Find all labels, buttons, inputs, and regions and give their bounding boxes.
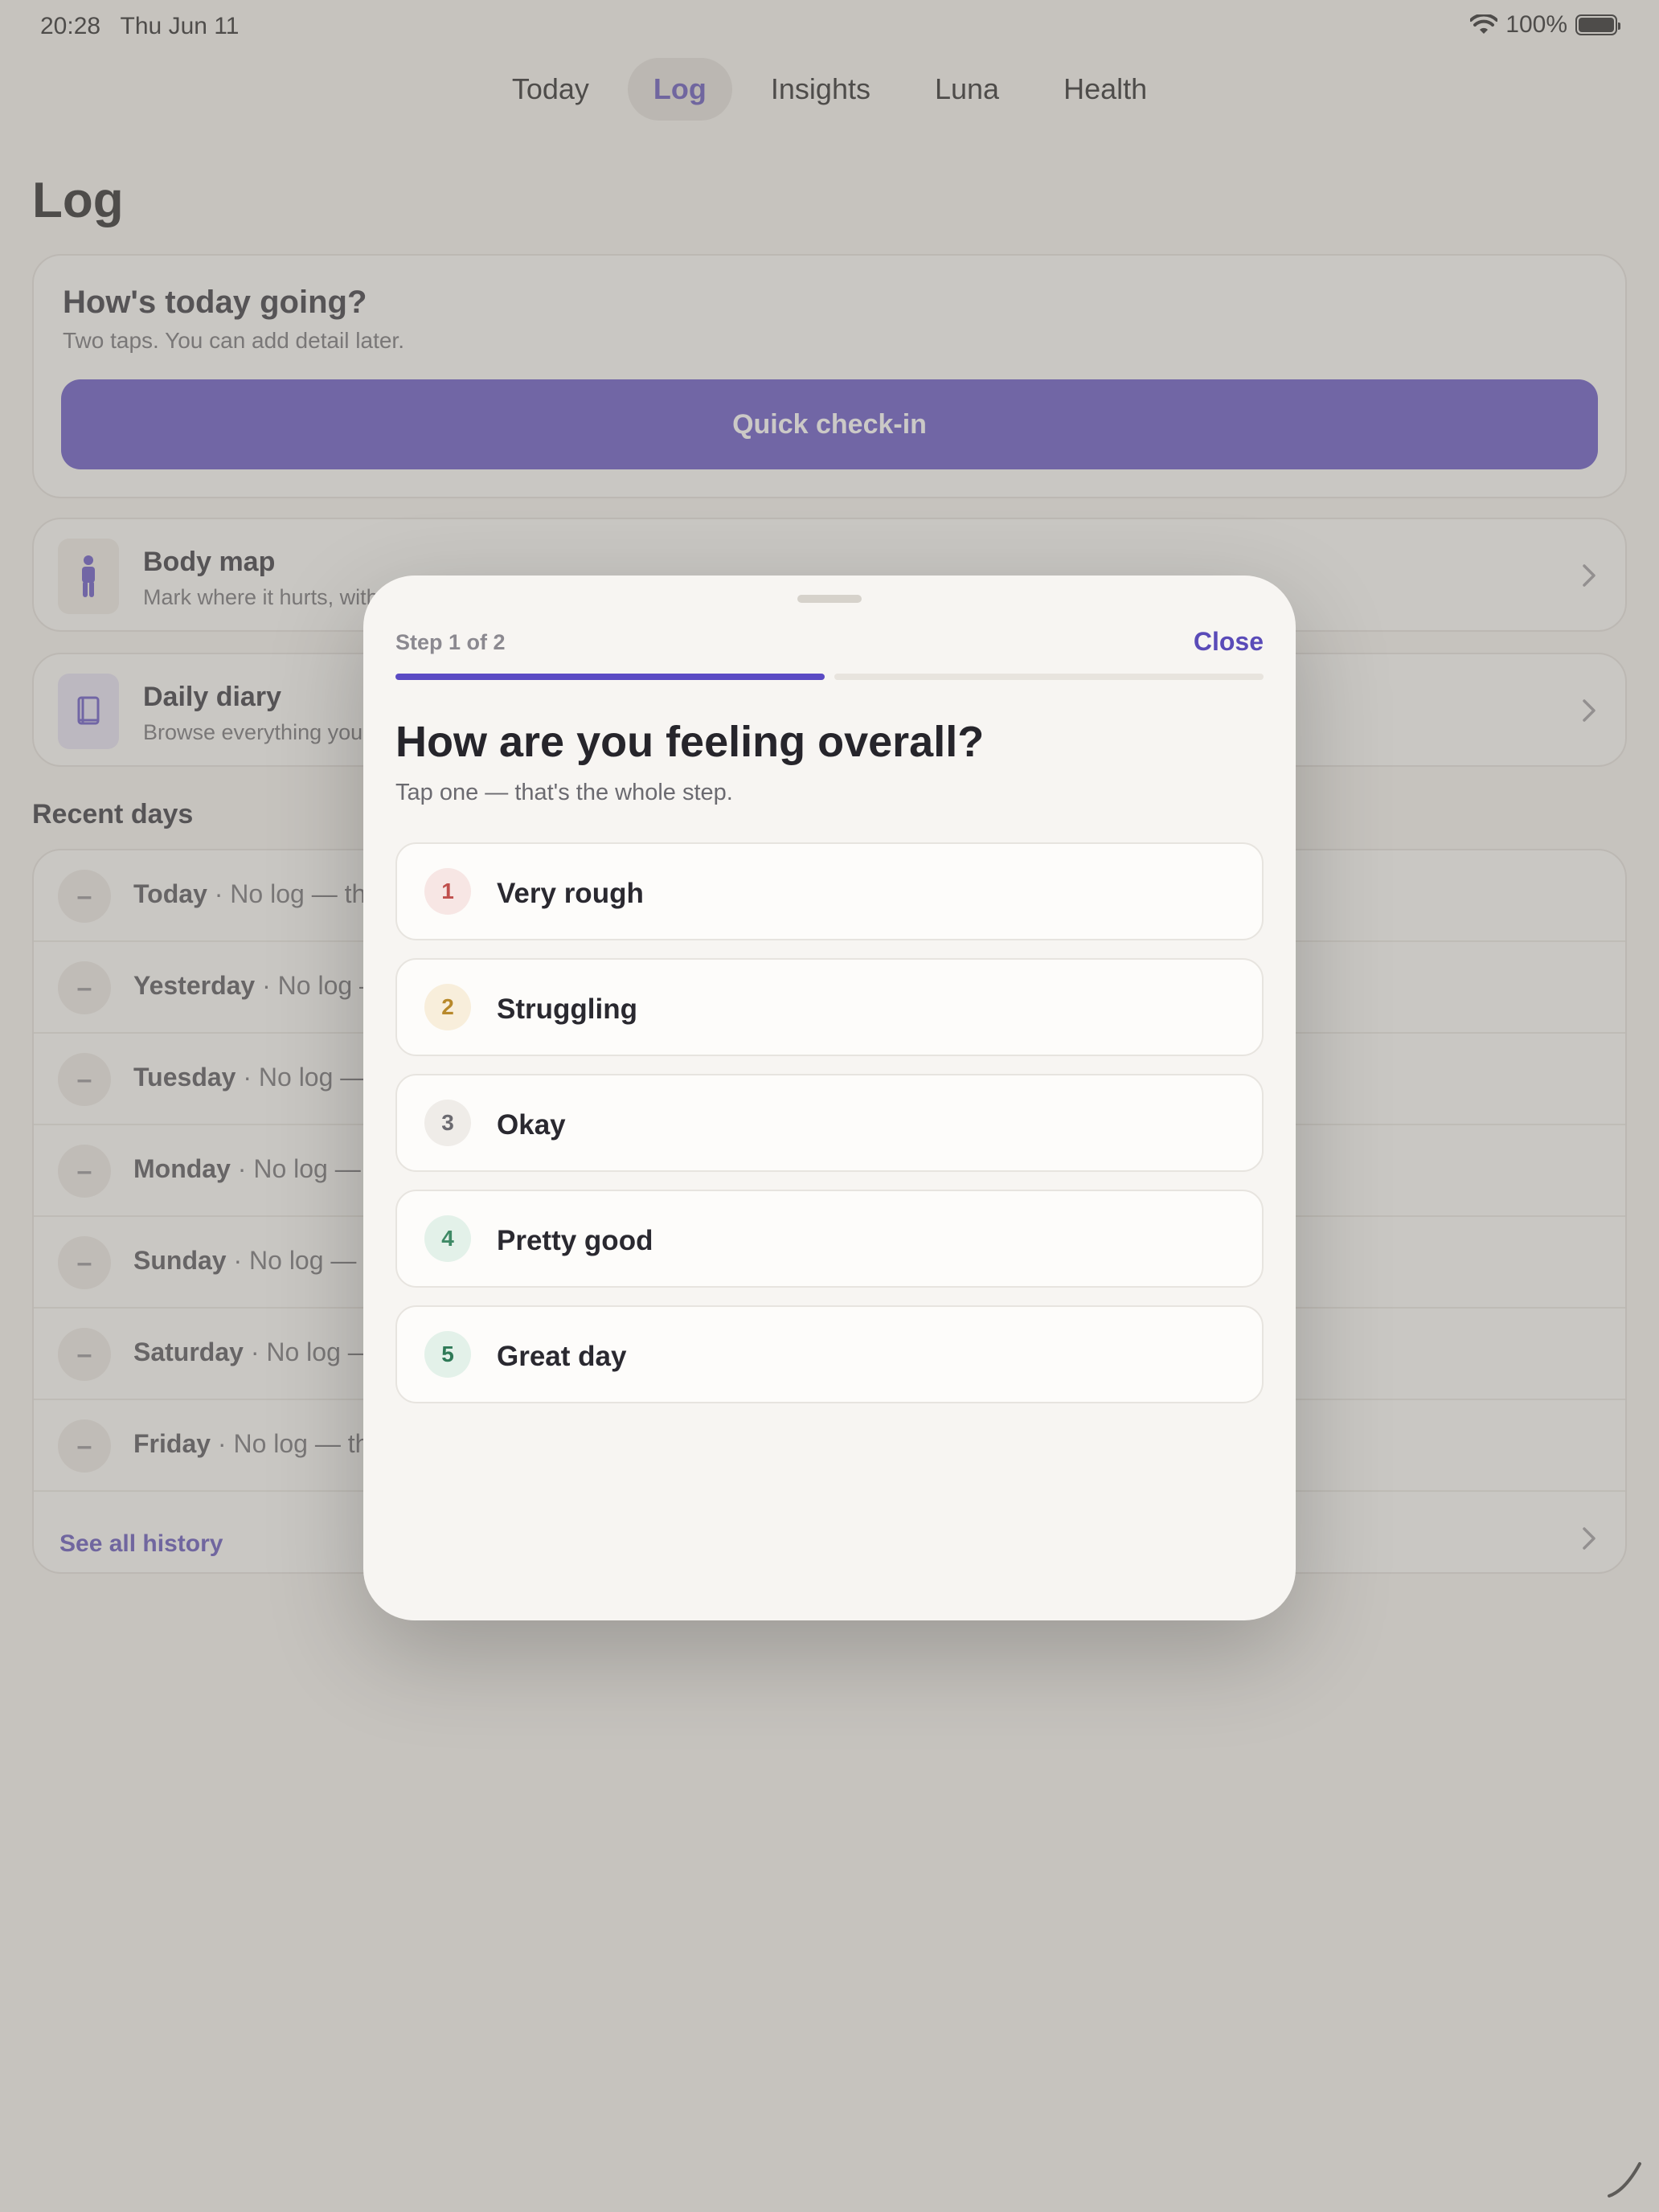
sheet-grabber[interactable] bbox=[797, 595, 862, 603]
mood-number-badge: 4 bbox=[424, 1215, 471, 1262]
mood-number-badge: 3 bbox=[424, 1100, 471, 1146]
question-hint: Tap one — that's the whole step. bbox=[395, 780, 733, 805]
mood-number-badge: 2 bbox=[424, 984, 471, 1030]
close-button[interactable]: Close bbox=[1194, 627, 1264, 657]
mood-label: Pretty good bbox=[497, 1225, 653, 1256]
mood-option-4[interactable]: 4 Pretty good bbox=[395, 1190, 1264, 1288]
mood-option-5[interactable]: 5 Great day bbox=[395, 1305, 1264, 1403]
checkin-sheet: Step 1 of 2 Close How are you feeling ov… bbox=[363, 576, 1296, 1620]
mood-label: Okay bbox=[497, 1109, 566, 1141]
step-label: Step 1 of 2 bbox=[395, 630, 506, 654]
mood-option-2[interactable]: 2 Struggling bbox=[395, 958, 1264, 1056]
mood-option-3[interactable]: 3 Okay bbox=[395, 1074, 1264, 1172]
pencil-hover-icon bbox=[1608, 2162, 1641, 2198]
step-progress bbox=[395, 674, 1264, 680]
mood-number-badge: 5 bbox=[424, 1331, 471, 1378]
progress-segment-complete bbox=[395, 674, 825, 680]
progress-segment-pending bbox=[834, 674, 1264, 680]
mood-label: Very rough bbox=[497, 878, 644, 909]
question-title: How are you feeling overall? bbox=[395, 718, 985, 766]
mood-option-1[interactable]: 1 Very rough bbox=[395, 842, 1264, 940]
mood-label: Great day bbox=[497, 1341, 627, 1372]
mood-number-badge: 1 bbox=[424, 868, 471, 915]
mood-options: 1 Very rough 2 Struggling 3 Okay 4 Prett… bbox=[395, 842, 1264, 1421]
mood-label: Struggling bbox=[497, 993, 637, 1025]
